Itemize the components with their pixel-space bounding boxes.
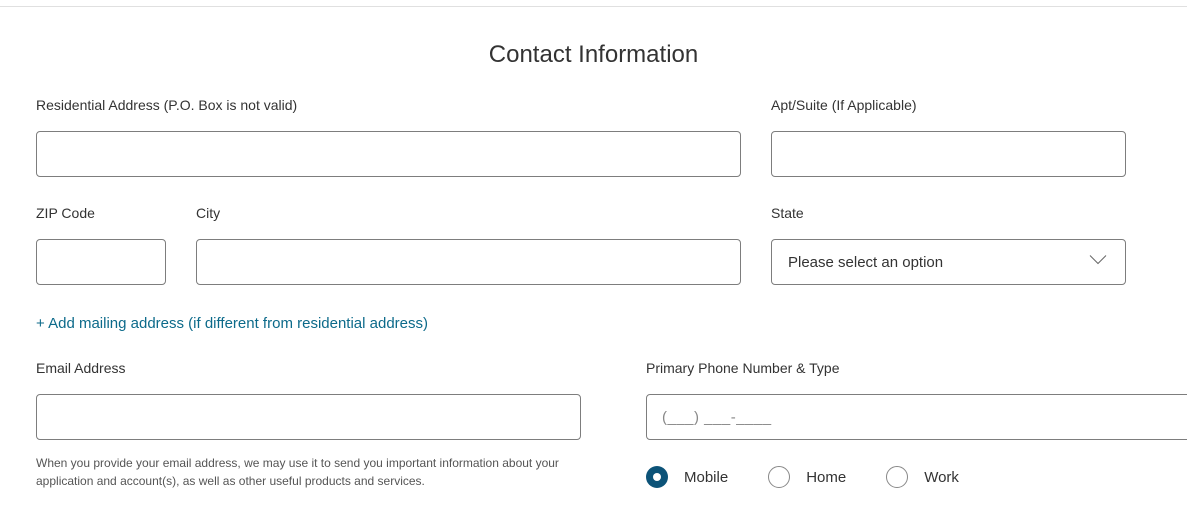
apt-label: Apt/Suite (If Applicable) — [771, 97, 1126, 113]
state-label: State — [771, 205, 1126, 221]
phone-label: Primary Phone Number & Type — [646, 360, 1187, 376]
radio-label: Work — [924, 469, 959, 486]
phone-type-radios: Mobile Home Work — [646, 466, 1187, 488]
apt-input[interactable] — [771, 131, 1126, 177]
city-label: City — [196, 205, 741, 221]
radio-icon — [886, 466, 908, 488]
divider-top — [0, 6, 1187, 7]
radio-icon — [768, 466, 790, 488]
add-mailing-link[interactable]: + Add mailing address (if different from… — [36, 315, 428, 332]
address-label: Residential Address (P.O. Box is not val… — [36, 97, 741, 113]
phone-type-home[interactable]: Home — [768, 466, 846, 488]
radio-icon — [646, 466, 668, 488]
radio-label: Home — [806, 469, 846, 486]
email-label: Email Address — [36, 360, 581, 376]
email-input[interactable] — [36, 394, 581, 440]
page-title: Contact Information — [36, 41, 1151, 69]
phone-type-mobile[interactable]: Mobile — [646, 466, 728, 488]
radio-label: Mobile — [684, 469, 728, 486]
state-select-placeholder: Please select an option — [788, 254, 943, 271]
email-helper-text: When you provide your email address, we … — [36, 454, 576, 490]
chevron-down-icon — [1089, 254, 1107, 271]
city-input[interactable] — [196, 239, 741, 285]
zip-label: ZIP Code — [36, 205, 166, 221]
state-select[interactable]: Please select an option — [771, 239, 1126, 285]
zip-input[interactable] — [36, 239, 166, 285]
address-input[interactable] — [36, 131, 741, 177]
phone-type-work[interactable]: Work — [886, 466, 959, 488]
phone-mask: (___) ___-____ — [662, 394, 772, 440]
